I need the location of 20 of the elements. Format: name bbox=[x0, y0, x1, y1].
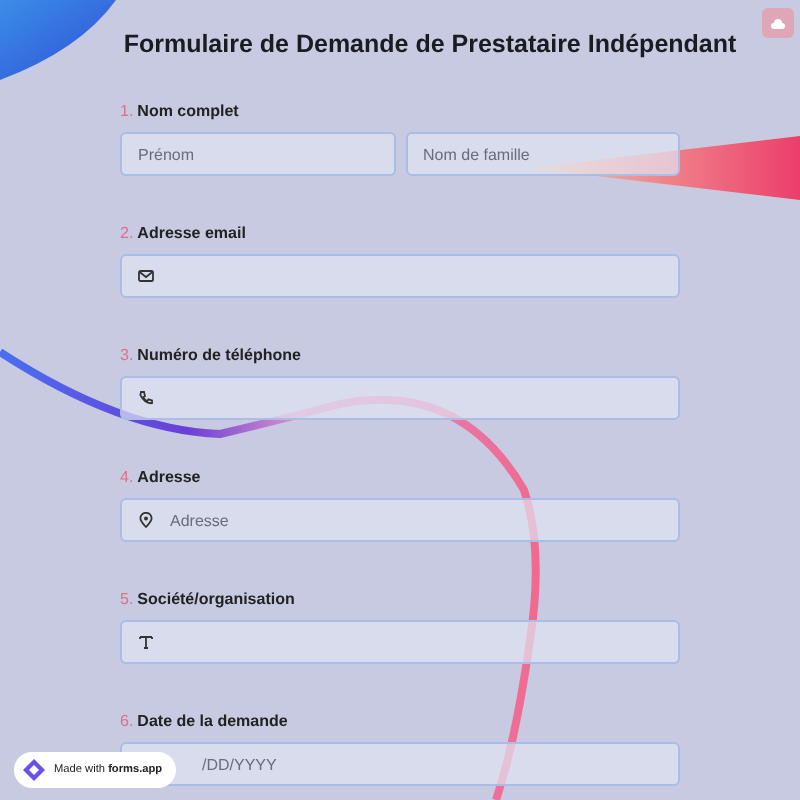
pin-icon bbox=[138, 512, 154, 528]
upload-button[interactable] bbox=[762, 8, 794, 38]
input-field[interactable]: Adresse bbox=[120, 498, 680, 542]
input-field[interactable]: Prénom bbox=[120, 132, 395, 176]
input-field[interactable] bbox=[120, 620, 680, 664]
question-label: 4. Adresse bbox=[120, 466, 203, 488]
cloud-icon bbox=[770, 15, 786, 31]
input-field[interactable]: Nom de famille bbox=[405, 132, 680, 176]
question-label: 1. Nom complet bbox=[120, 100, 241, 122]
input-field[interactable] bbox=[120, 254, 680, 298]
logo-icon bbox=[22, 758, 46, 782]
question-label: 5. Société/organisation bbox=[120, 588, 297, 610]
phone-icon bbox=[138, 390, 154, 406]
question-label: 3. Numéro de téléphone bbox=[120, 344, 303, 366]
mail-icon bbox=[138, 268, 154, 284]
question-label: 6. Date de la demande bbox=[120, 710, 290, 732]
text-icon bbox=[138, 634, 154, 650]
input-field[interactable] bbox=[120, 376, 680, 420]
form-title: Formulaire de Demande de Prestataire Indépendant bbox=[121, 28, 739, 58]
question-label: 2. Adresse email bbox=[120, 222, 248, 244]
